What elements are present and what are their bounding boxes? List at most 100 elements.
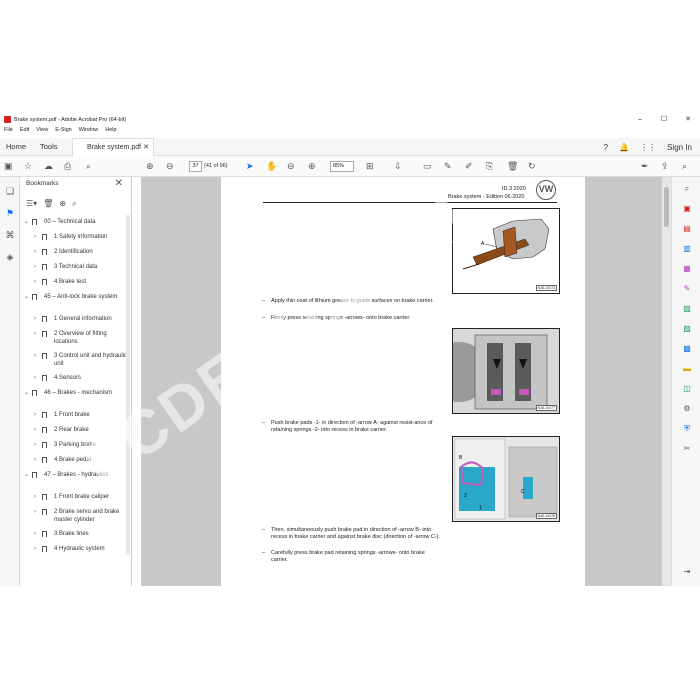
menu-esign[interactable]: E-Sign <box>55 127 72 136</box>
create-pdf-icon[interactable]: ▣ <box>681 203 693 215</box>
edit-pdf-icon[interactable]: ▥ <box>681 243 693 255</box>
rotate-icon[interactable]: ↻ <box>528 156 536 177</box>
chevron-right-icon[interactable]: › <box>34 248 36 256</box>
chevron-right-icon[interactable]: › <box>34 352 36 360</box>
chevron-down-icon[interactable]: ⌄ <box>24 471 29 479</box>
chevron-right-icon[interactable]: › <box>34 426 36 434</box>
close-panel-icon[interactable]: ✕ <box>115 178 123 189</box>
star-icon[interactable]: ☆ <box>24 156 32 177</box>
menu-file[interactable]: File <box>4 127 13 136</box>
stamp-icon[interactable]: ⎘ <box>486 156 493 177</box>
share-icon[interactable]: ⇪ <box>661 156 669 177</box>
bookmark-panel-icon[interactable]: ⚑ <box>4 207 16 219</box>
chevron-down-icon[interactable]: ⌄ <box>24 293 29 301</box>
cloud-upload-icon[interactable]: ☁ <box>44 156 53 177</box>
new-bookmark-icon[interactable]: ⊕ <box>59 199 66 209</box>
chevron-right-icon[interactable]: › <box>34 545 36 553</box>
bookmarks-title: Bookmarks <box>26 180 59 187</box>
search-tools-icon[interactable]: ⌕ <box>682 156 687 177</box>
chevron-down-icon[interactable]: ⌄ <box>24 218 29 226</box>
chevron-right-icon[interactable]: › <box>34 374 36 382</box>
comment-tool-icon[interactable]: ▬ <box>681 363 693 375</box>
chevron-right-icon[interactable]: › <box>34 456 36 464</box>
shield-icon[interactable]: ⛨ <box>681 423 693 435</box>
page-fit-icon[interactable]: ⊞ <box>366 156 374 177</box>
menu-help[interactable]: Help <box>105 127 116 136</box>
next-page-icon[interactable]: ⊖ <box>166 156 174 177</box>
tab-tools[interactable]: Tools <box>40 138 58 156</box>
combine-files-icon[interactable]: ▤ <box>681 223 693 235</box>
bell-icon[interactable]: 🔔 <box>619 143 629 152</box>
bookmark-label: 4 Brake test <box>54 279 87 285</box>
bookmark-icon <box>42 249 47 255</box>
print-production-icon[interactable]: ◫ <box>681 383 693 395</box>
tab-home[interactable]: Home <box>6 138 26 156</box>
document-scrollbar[interactable] <box>662 177 671 586</box>
page-thumbnails-icon[interactable]: ❏ <box>4 185 16 197</box>
help-icon[interactable]: ? <box>604 143 608 152</box>
close-tab-icon[interactable]: ✕ <box>143 139 149 157</box>
bookmarks-scrollbar[interactable] <box>126 215 130 555</box>
apps-grid-icon[interactable]: ⋮⋮ <box>640 143 656 152</box>
menu-window[interactable]: Window <box>79 127 99 136</box>
select-cursor-icon[interactable]: ➤ <box>246 156 254 177</box>
save-icon[interactable]: ▣ <box>4 156 13 177</box>
tools-icon[interactable]: ✂ <box>681 443 693 455</box>
chevron-right-icon[interactable]: › <box>34 278 36 286</box>
scrollbar-thumb[interactable] <box>664 187 669 227</box>
print-icon[interactable]: ⎙ <box>64 156 71 177</box>
delete-bookmark-icon[interactable]: 🗑 <box>43 199 53 209</box>
chevron-right-icon[interactable]: › <box>34 441 36 449</box>
bookmark-tools: ☰▾ 🗑 ⊕ ⌕ <box>26 199 77 209</box>
figure-id: N46-10473 <box>535 285 557 291</box>
menu-view[interactable]: View <box>36 127 48 136</box>
protect-icon[interactable]: ▩ <box>681 343 693 355</box>
tab-bar: Home Tools Brake system.pdf ✕ ? 🔔 ⋮⋮ Sig… <box>0 138 700 157</box>
search-icon[interactable]: ⌕ <box>86 156 91 177</box>
grease-guide-illustration: A <box>462 218 550 270</box>
header-model: ID.3 2020 <box>502 186 526 192</box>
more-tools-icon[interactable]: ⚙ <box>681 403 693 415</box>
chevron-right-icon[interactable]: › <box>34 315 36 323</box>
chevron-right-icon[interactable]: › <box>34 233 36 241</box>
bookmark-search-icon[interactable]: ⌕ <box>72 199 76 209</box>
chevron-right-icon[interactable]: › <box>34 508 36 516</box>
zoom-level-select[interactable]: 85% <box>330 161 354 172</box>
zoom-in-icon[interactable]: ⊕ <box>308 156 316 177</box>
chevron-right-icon[interactable]: › <box>34 530 36 538</box>
menu-edit[interactable]: Edit <box>20 127 29 136</box>
zoom-tool-icon[interactable]: ⌕ <box>681 183 693 195</box>
left-nav-rail: ❏ ⚑ ⌘ ◈ <box>0 177 20 586</box>
bookmark-label: 1 Safety information <box>54 234 108 240</box>
page-number-input[interactable]: 37 <box>189 161 202 172</box>
header-title: Brake system - Edition 06.2020 <box>448 194 525 200</box>
bookmark-label: 1 Front brake caliper <box>54 494 110 500</box>
chevron-right-icon[interactable]: › <box>34 330 36 338</box>
brake-pads-illustration: B 2 1 C <box>453 437 559 521</box>
comment-icon[interactable]: ▭ <box>423 156 432 177</box>
draw-icon[interactable]: ✐ <box>465 156 473 177</box>
chevron-down-icon[interactable]: ⌄ <box>24 389 29 397</box>
hand-tool-icon[interactable]: ✋ <box>266 156 277 177</box>
prev-page-icon[interactable]: ⊕ <box>146 156 154 177</box>
request-signature-icon[interactable]: ✎ <box>681 283 693 295</box>
options-menu-icon[interactable]: ☰▾ <box>26 199 37 209</box>
sign-in-link[interactable]: Sign In <box>667 143 692 152</box>
scan-ocr-icon[interactable]: ▨ <box>681 323 693 335</box>
organize-pages-icon[interactable]: ▦ <box>681 263 693 275</box>
tab-document[interactable]: Brake system.pdf ✕ <box>72 138 154 157</box>
highlight-pen-icon[interactable]: ✎ <box>444 156 452 177</box>
layers-icon[interactable]: ◈ <box>4 251 16 263</box>
chevron-right-icon[interactable]: › <box>34 411 36 419</box>
figure-brake-pads: B 2 1 C N46-10478 <box>452 436 560 522</box>
collapse-pane-icon[interactable]: ⇥ <box>681 566 693 578</box>
fill-sign-icon[interactable]: ✒ <box>641 156 649 177</box>
export-pdf-icon[interactable]: ▧ <box>681 303 693 315</box>
delete-icon[interactable]: 🗑 <box>507 156 518 177</box>
attachment-icon[interactable]: ⌘ <box>4 229 16 241</box>
zoom-out-icon[interactable]: ⊖ <box>287 156 295 177</box>
chevron-right-icon[interactable]: › <box>34 263 36 271</box>
chevron-right-icon[interactable]: › <box>34 493 36 501</box>
bookmark-icon <box>42 331 47 337</box>
scroll-mode-icon[interactable]: ⇩ <box>394 156 402 177</box>
